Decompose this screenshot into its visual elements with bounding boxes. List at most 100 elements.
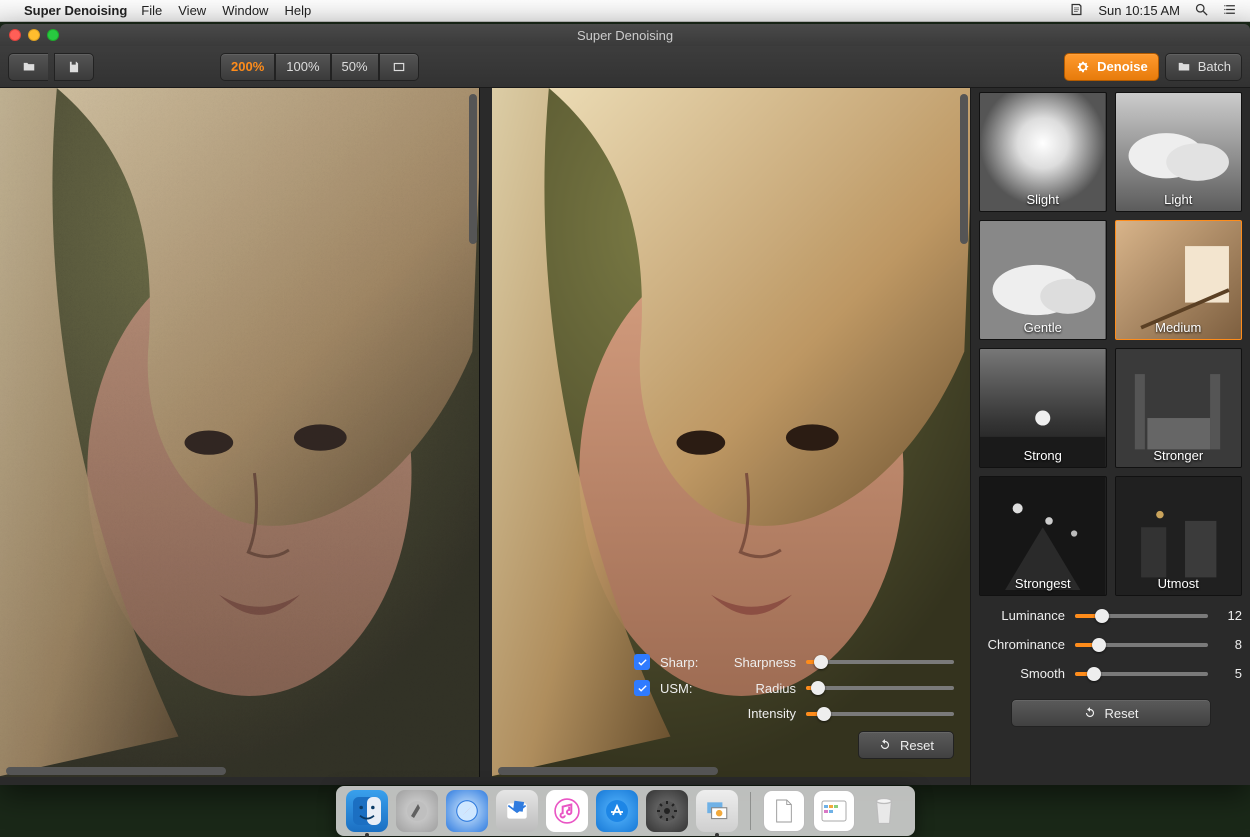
tab-denoise[interactable]: Denoise xyxy=(1064,53,1159,81)
preview-area: Sharp: Sharpness USM: Radius Intensity xyxy=(0,88,970,785)
dock-mail-icon[interactable] xyxy=(496,790,538,832)
preset-gentle[interactable]: Gentle xyxy=(979,220,1107,340)
save-button[interactable] xyxy=(54,53,94,81)
dock-trash-icon[interactable] xyxy=(863,790,905,832)
sharp-label: Sharp: xyxy=(660,655,712,670)
preset-strong[interactable]: Strong xyxy=(979,348,1107,468)
folder-icon xyxy=(1176,60,1192,74)
folder-icon xyxy=(21,60,37,74)
dock-itunes-icon[interactable] xyxy=(546,790,588,832)
preview-original-pane[interactable] xyxy=(0,88,480,777)
window-zoom-button[interactable] xyxy=(47,29,59,41)
original-image xyxy=(0,88,479,777)
menubar-list-icon[interactable] xyxy=(1223,2,1238,20)
scrollbar-vertical[interactable] xyxy=(960,94,968,244)
overlay-reset-label: Reset xyxy=(900,738,934,753)
usm-label: USM: xyxy=(660,681,712,696)
intensity-slider[interactable] xyxy=(806,712,954,716)
luminance-slider[interactable] xyxy=(1075,614,1208,618)
dock-folder-window-icon[interactable] xyxy=(813,790,855,832)
dock-launchpad-icon[interactable] xyxy=(396,790,438,832)
chrominance-slider[interactable] xyxy=(1075,643,1208,647)
dock-separator xyxy=(750,792,751,830)
slider-value: 5 xyxy=(1218,666,1242,681)
side-sliders: Luminance 12 Chrominance 8 Smooth 5 xyxy=(979,608,1242,681)
side-reset-label: Reset xyxy=(1105,706,1139,721)
sharpness-overlay-panel: Sharp: Sharpness USM: Radius Intensity xyxy=(634,654,954,759)
preset-label: Strongest xyxy=(980,576,1106,591)
dock xyxy=(0,780,1250,836)
dock-document-icon[interactable] xyxy=(763,790,805,832)
dock-appstore-icon[interactable] xyxy=(596,790,638,832)
slider-label: Chrominance xyxy=(979,637,1065,652)
param-radius-label: Radius xyxy=(722,681,796,696)
reset-icon xyxy=(878,738,892,752)
tab-batch-label: Batch xyxy=(1198,59,1231,74)
zoom-50[interactable]: 50% xyxy=(331,53,379,81)
zoom-group: 200% 100% 50% xyxy=(220,53,419,81)
side-reset-button[interactable]: Reset xyxy=(1011,699,1211,727)
menu-help[interactable]: Help xyxy=(284,3,311,18)
right-sidebar: Slight Light Gentle Medium Strong Stronger Str… xyxy=(970,88,1250,785)
dock-settings-icon[interactable] xyxy=(646,790,688,832)
preset-light[interactable]: Light xyxy=(1115,92,1243,212)
window-close-button[interactable] xyxy=(9,29,21,41)
sharpness-slider[interactable] xyxy=(806,660,954,664)
radius-slider[interactable] xyxy=(806,686,954,690)
fit-screen-icon xyxy=(391,60,407,74)
scrollbar-horizontal[interactable] xyxy=(6,767,467,775)
preset-label: Light xyxy=(1116,192,1242,207)
dock-finder-icon[interactable] xyxy=(346,790,388,832)
preset-medium[interactable]: Medium xyxy=(1115,220,1243,340)
usm-checkbox[interactable] xyxy=(634,680,650,696)
window-title: Super Denoising xyxy=(577,28,673,43)
dock-safari-icon[interactable] xyxy=(446,790,488,832)
slider-row-chrominance: Chrominance 8 xyxy=(979,637,1242,652)
preset-label: Slight xyxy=(980,192,1106,207)
param-intensity-label: Intensity xyxy=(722,706,796,721)
preview-processed-pane[interactable]: Sharp: Sharpness USM: Radius Intensity xyxy=(492,88,971,777)
tab-batch[interactable]: Batch xyxy=(1165,53,1242,81)
menubar-script-icon[interactable] xyxy=(1069,2,1084,20)
slider-value: 12 xyxy=(1218,608,1242,623)
menu-view[interactable]: View xyxy=(178,3,206,18)
preset-label: Medium xyxy=(1116,320,1242,335)
zoom-100[interactable]: 100% xyxy=(275,53,330,81)
preset-grid: Slight Light Gentle Medium Strong Stronger Str… xyxy=(979,92,1242,596)
window-minimize-button[interactable] xyxy=(28,29,40,41)
open-button[interactable] xyxy=(8,53,48,81)
menu-window[interactable]: Window xyxy=(222,3,268,18)
preset-strongest[interactable]: Strongest xyxy=(979,476,1107,596)
preset-slight[interactable]: Slight xyxy=(979,92,1107,212)
zoom-200[interactable]: 200% xyxy=(220,53,275,81)
search-icon[interactable] xyxy=(1194,2,1209,20)
sharp-checkbox[interactable] xyxy=(634,654,650,670)
preset-label: Utmost xyxy=(1116,576,1242,591)
macos-menubar: Super Denoising File View Window Help Su… xyxy=(0,0,1250,22)
preset-stronger[interactable]: Stronger xyxy=(1115,348,1243,468)
gear-icon xyxy=(1075,60,1091,74)
dock-preview-icon[interactable] xyxy=(696,790,738,832)
slider-row-smooth: Smooth 5 xyxy=(979,666,1242,681)
app-name[interactable]: Super Denoising xyxy=(24,3,127,18)
tab-denoise-label: Denoise xyxy=(1097,59,1148,74)
preset-label: Gentle xyxy=(980,320,1106,335)
preset-label: Strong xyxy=(980,448,1106,463)
overlay-reset-button[interactable]: Reset xyxy=(858,731,954,759)
reset-icon xyxy=(1083,706,1097,720)
scrollbar-vertical[interactable] xyxy=(469,94,477,244)
preset-label: Stronger xyxy=(1116,448,1242,463)
app-window: Super Denoising 200% 100% 50% Denoise Ba… xyxy=(0,24,1250,785)
window-titlebar[interactable]: Super Denoising xyxy=(0,24,1250,46)
preset-utmost[interactable]: Utmost xyxy=(1115,476,1243,596)
zoom-fit-button[interactable] xyxy=(379,53,419,81)
save-icon xyxy=(66,60,82,74)
menubar-clock[interactable]: Sun 10:15 AM xyxy=(1098,3,1180,18)
slider-label: Luminance xyxy=(979,608,1065,623)
scrollbar-horizontal[interactable] xyxy=(498,767,959,775)
slider-value: 8 xyxy=(1218,637,1242,652)
menu-file[interactable]: File xyxy=(141,3,162,18)
param-sharpness-label: Sharpness xyxy=(722,655,796,670)
slider-label: Smooth xyxy=(979,666,1065,681)
smooth-slider[interactable] xyxy=(1075,672,1208,676)
